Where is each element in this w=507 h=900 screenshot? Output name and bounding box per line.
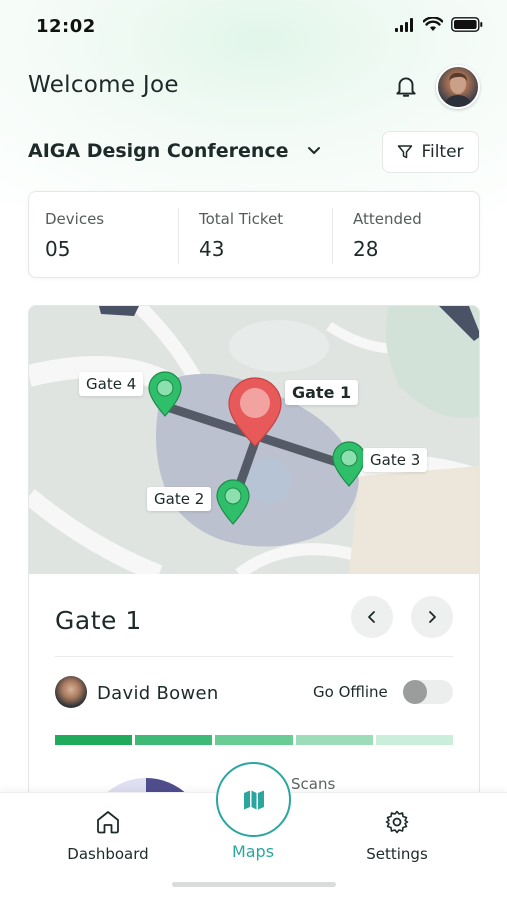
gate-label: Gate 1 bbox=[285, 380, 359, 405]
stat-total-ticket: Total Ticket 43 bbox=[183, 192, 333, 279]
home-indicator bbox=[172, 882, 336, 887]
stat-devices: Devices 05 bbox=[29, 192, 179, 279]
progress-segment bbox=[55, 735, 133, 745]
gate-label: Gate 4 bbox=[79, 372, 144, 396]
gate-label: Gate 2 bbox=[147, 487, 212, 511]
progress-segment bbox=[295, 735, 373, 745]
chevron-left-icon bbox=[368, 611, 375, 623]
event-row: AIGA Design Conference Filter bbox=[28, 130, 480, 174]
toggle-knob bbox=[403, 680, 427, 704]
panel-divider bbox=[55, 656, 453, 657]
user-avatar[interactable] bbox=[436, 65, 480, 109]
filter-icon bbox=[398, 145, 413, 159]
nav-maps-label: Maps bbox=[231, 842, 275, 861]
nav-label: Settings bbox=[366, 845, 428, 863]
filter-label: Filter bbox=[421, 142, 464, 162]
wifi-icon bbox=[423, 17, 443, 31]
gate-title: Gate 1 bbox=[55, 606, 142, 635]
bell-icon[interactable] bbox=[393, 73, 419, 99]
header: Welcome Joe bbox=[28, 62, 480, 112]
scans-label: Scans bbox=[291, 775, 336, 793]
welcome-title: Welcome Joe bbox=[28, 72, 179, 98]
stat-value: 43 bbox=[199, 237, 225, 261]
chevron-down-icon[interactable] bbox=[306, 142, 322, 158]
stat-label: Attended bbox=[353, 210, 422, 228]
go-offline-toggle[interactable] bbox=[403, 680, 453, 704]
nav-dashboard[interactable]: Dashboard bbox=[48, 809, 168, 863]
nav-settings[interactable]: Settings bbox=[337, 809, 457, 863]
event-selector[interactable]: AIGA Design Conference bbox=[28, 140, 289, 162]
gear-icon bbox=[385, 810, 409, 834]
status-bar: 12:02 bbox=[0, 0, 507, 52]
home-icon bbox=[97, 811, 119, 834]
next-gate-button[interactable] bbox=[411, 596, 453, 638]
stat-label: Devices bbox=[45, 210, 105, 228]
scan-progress-bar bbox=[55, 735, 454, 745]
stat-divider bbox=[332, 208, 333, 264]
previous-gate-button[interactable] bbox=[351, 596, 393, 638]
stat-value: 28 bbox=[353, 237, 379, 261]
progress-segment bbox=[215, 735, 293, 745]
status-time: 12:02 bbox=[36, 16, 96, 37]
status-icons bbox=[395, 17, 483, 32]
attendant-avatar bbox=[55, 676, 87, 708]
signal-icon bbox=[395, 17, 413, 32]
stat-label: Total Ticket bbox=[199, 210, 284, 228]
gate-map-card: Gate 4 Gate 1 Gate 3 Gate 2 Gate 1 David… bbox=[28, 305, 480, 825]
progress-segment bbox=[375, 735, 454, 745]
chevron-right-icon bbox=[429, 611, 436, 623]
progress-segment bbox=[135, 735, 213, 745]
attendant-name: David Bowen bbox=[97, 683, 219, 704]
battery-icon bbox=[451, 17, 483, 32]
go-offline-label: Go Offline bbox=[313, 683, 388, 701]
venue-map[interactable]: Gate 4 Gate 1 Gate 3 Gate 2 bbox=[29, 306, 479, 583]
nav-maps-button[interactable] bbox=[216, 762, 291, 837]
map-icon bbox=[243, 790, 264, 809]
stat-attended: Attended 28 bbox=[337, 192, 487, 279]
stat-value: 05 bbox=[45, 237, 71, 261]
gate-label: Gate 3 bbox=[363, 448, 428, 472]
nav-label: Dashboard bbox=[67, 845, 149, 863]
filter-button[interactable]: Filter bbox=[382, 131, 479, 173]
stat-divider bbox=[178, 208, 179, 264]
stats-card: Devices 05 Total Ticket 43 Attended 28 bbox=[28, 191, 480, 278]
